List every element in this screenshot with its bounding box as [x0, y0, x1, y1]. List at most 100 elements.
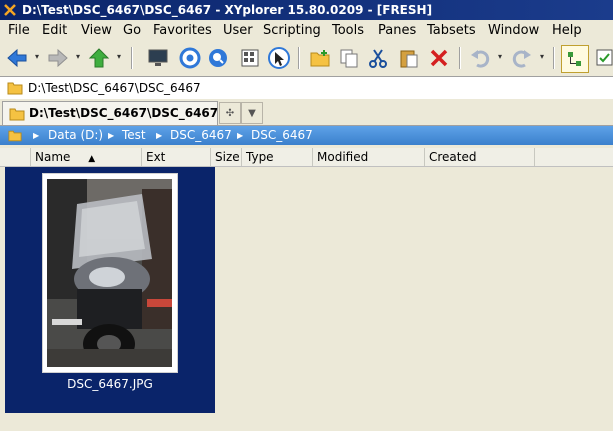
- column-created-label: Created: [429, 150, 477, 164]
- breadcrumb-arrow-icon: ▶: [156, 131, 163, 140]
- breadcrumb-dsc-folder[interactable]: DSC_6467: [170, 126, 232, 145]
- forward-dropdown[interactable]: ▾: [74, 53, 82, 61]
- menu-tabsets[interactable]: Tabsets: [425, 22, 478, 39]
- motorcycle-thumbnail-image: [47, 179, 172, 367]
- back-button[interactable]: [4, 45, 30, 71]
- find-icon: [209, 49, 227, 67]
- menu-user[interactable]: User: [221, 22, 255, 39]
- redo-icon: [512, 50, 531, 68]
- monitor-button[interactable]: [145, 45, 171, 71]
- forward-arrow-icon: [48, 48, 68, 68]
- checkbox-button[interactable]: [592, 45, 613, 71]
- undo-button[interactable]: [467, 45, 493, 71]
- redo-dropdown[interactable]: ▾: [538, 53, 546, 61]
- back-arrow-icon: [7, 48, 27, 68]
- breadcrumb-arrow-icon: ▶: [108, 131, 115, 140]
- column-type-label: Type: [246, 150, 274, 164]
- tab-label: D:\Test\DSC_6467\DSC_6467: [29, 106, 219, 120]
- column-size[interactable]: Size: [211, 148, 242, 166]
- menu-panes[interactable]: Panes: [376, 22, 418, 39]
- menu-edit[interactable]: Edit: [40, 22, 69, 39]
- column-size-label: Size: [215, 150, 240, 164]
- cut-button[interactable]: [365, 45, 391, 71]
- new-folder-button[interactable]: [307, 45, 333, 71]
- undo-dropdown[interactable]: ▾: [496, 53, 504, 61]
- menu-file[interactable]: File: [6, 22, 32, 39]
- xyplorer-logo-icon: [4, 4, 16, 16]
- breadcrumb-test[interactable]: Test: [122, 126, 146, 145]
- back-dropdown[interactable]: ▾: [33, 53, 41, 61]
- folder-icon: [8, 130, 22, 142]
- column-ext[interactable]: Ext: [142, 148, 211, 166]
- column-name-label: Name: [35, 150, 71, 164]
- address-bar[interactable]: D:\Test\DSC_6467\DSC_6467: [0, 76, 613, 100]
- toolbar-separator: [298, 47, 300, 69]
- breadcrumb-dsc-current[interactable]: DSC_6467: [251, 126, 313, 145]
- forward-button[interactable]: [45, 45, 71, 71]
- window-title: D:\Test\DSC_6467\DSC_6467 - XYplorer 15.…: [22, 3, 433, 17]
- redo-button[interactable]: [509, 45, 535, 71]
- delete-icon: [430, 49, 448, 67]
- move-tab-button[interactable]: ✣: [219, 102, 241, 124]
- delete-button[interactable]: [426, 45, 452, 71]
- column-icon[interactable]: [0, 148, 31, 166]
- thumbnail-view-button[interactable]: [237, 45, 263, 71]
- folder-icon: [9, 108, 25, 121]
- breadcrumb-drive[interactable]: Data (D:): [48, 126, 103, 145]
- menu-tools[interactable]: Tools: [330, 22, 366, 39]
- cursor-button[interactable]: [266, 45, 292, 71]
- toolbar-separator: [553, 47, 555, 69]
- menu-go[interactable]: Go: [121, 22, 143, 39]
- new-folder-icon: [310, 50, 330, 67]
- sort-ascending-icon: ▲: [88, 154, 96, 164]
- target-button[interactable]: [177, 45, 203, 71]
- thumbnail-frame: [42, 173, 178, 373]
- file-list: DSC_6467.JPG: [0, 167, 613, 431]
- file-item-selected[interactable]: DSC_6467.JPG: [5, 167, 215, 413]
- toolbar-separator: [131, 47, 133, 69]
- monitor-icon: [148, 49, 168, 66]
- folder-icon: [7, 82, 23, 95]
- menu-window[interactable]: Window: [486, 22, 541, 39]
- menu-bar: File Edit View Go Favorites User Scripti…: [0, 20, 613, 41]
- menu-scripting[interactable]: Scripting: [261, 22, 323, 39]
- up-arrow-icon: [88, 48, 110, 68]
- find-button[interactable]: [205, 45, 231, 71]
- cut-icon: [369, 49, 387, 68]
- column-type[interactable]: Type: [242, 148, 313, 166]
- toolbar-separator: [459, 47, 461, 69]
- tab-bar: D:\Test\DSC_6467\DSC_6467 ✣ ▼: [0, 99, 613, 126]
- column-ext-label: Ext: [146, 150, 166, 164]
- move-icon: ✣: [225, 107, 235, 119]
- checkbox-icon: [596, 49, 613, 66]
- column-name[interactable]: Name ▲: [31, 148, 142, 166]
- file-name: DSC_6467.JPG: [67, 377, 153, 391]
- title-bar: D:\Test\DSC_6467\DSC_6467 - XYplorer 15.…: [0, 0, 613, 20]
- paste-button[interactable]: [396, 45, 422, 71]
- column-modified-label: Modified: [317, 150, 369, 164]
- chevron-down-icon: ▼: [248, 107, 256, 119]
- target-icon: [179, 47, 201, 69]
- cursor-icon: [268, 47, 290, 69]
- copy-button[interactable]: [336, 45, 362, 71]
- up-dropdown[interactable]: ▾: [115, 53, 123, 61]
- breadcrumb-arrow-icon: ▶: [237, 131, 244, 140]
- copy-icon: [340, 49, 358, 68]
- tree-toggle-button[interactable]: [561, 45, 589, 73]
- address-path: D:\Test\DSC_6467\DSC_6467: [28, 81, 201, 95]
- toolbar: ▾ ▾ ▾ ▾ ▾: [0, 41, 613, 75]
- column-created[interactable]: Created: [425, 148, 535, 166]
- undo-icon: [471, 50, 490, 68]
- column-modified[interactable]: Modified: [313, 148, 425, 166]
- menu-help[interactable]: Help: [550, 22, 584, 39]
- breadcrumb: ▶ Data (D:) ▶ Test ▶ DSC_6467 ▶ DSC_6467: [0, 126, 613, 145]
- tab-current[interactable]: D:\Test\DSC_6467\DSC_6467: [2, 101, 218, 125]
- paste-icon: [400, 50, 418, 68]
- tab-menu-button[interactable]: ▼: [241, 102, 263, 124]
- menu-view[interactable]: View: [79, 22, 114, 39]
- menu-favorites[interactable]: Favorites: [151, 22, 214, 39]
- thumbnail-view-icon: [241, 49, 259, 67]
- breadcrumb-arrow-icon: ▶: [33, 131, 40, 140]
- column-header: Name ▲ Ext Size Type Modified Created: [0, 148, 613, 167]
- up-button[interactable]: [86, 45, 112, 71]
